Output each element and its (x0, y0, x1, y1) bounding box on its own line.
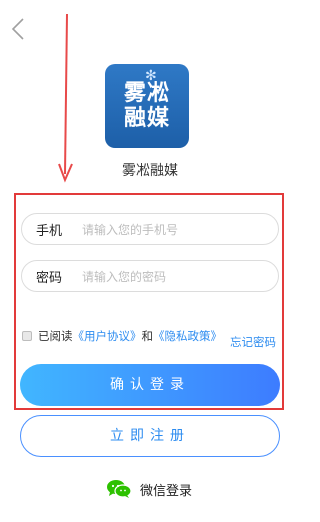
snowflake-icon: ✻ (145, 68, 158, 84)
app-logo: ✻ 雾凇 融媒 (105, 64, 189, 148)
logo-text-line1: 雾凇 (123, 80, 170, 106)
logo-text-line2: 融媒 (123, 106, 170, 131)
password-input[interactable]: 请输入您的密码 (82, 268, 166, 285)
phone-input[interactable]: 请输入您的手机号 (82, 221, 178, 238)
agreement-row: 已阅读《用户协议》和《隐私政策》 (22, 329, 222, 344)
back-button[interactable] (8, 14, 28, 44)
register-button[interactable]: 立即注册 (20, 415, 280, 457)
annotation-arrow (58, 14, 73, 183)
password-label: 密码 (36, 270, 63, 286)
phone-field[interactable]: 手机 请输入您的手机号 (21, 213, 279, 245)
wechat-login-label: 微信登录 (140, 483, 193, 499)
forgot-password-link[interactable]: 忘记密码 (230, 334, 276, 350)
agreement-prefix: 已阅读 (38, 329, 73, 343)
agreement-checkbox[interactable] (22, 331, 32, 341)
user-agreement-link[interactable]: 《用户协议》 (73, 329, 142, 343)
login-button[interactable]: 确认登录 (20, 364, 280, 406)
app-name: 雾凇融媒 (122, 163, 178, 179)
password-field[interactable]: 密码 请输入您的密码 (21, 260, 279, 292)
privacy-policy-link[interactable]: 《隐私政策》 (153, 329, 222, 343)
chevron-left-icon (12, 18, 24, 40)
wechat-icon (107, 480, 132, 498)
wechat-login-button[interactable]: 微信登录 (106, 478, 192, 500)
phone-label: 手机 (36, 223, 63, 239)
agreement-and: 和 (141, 329, 154, 343)
